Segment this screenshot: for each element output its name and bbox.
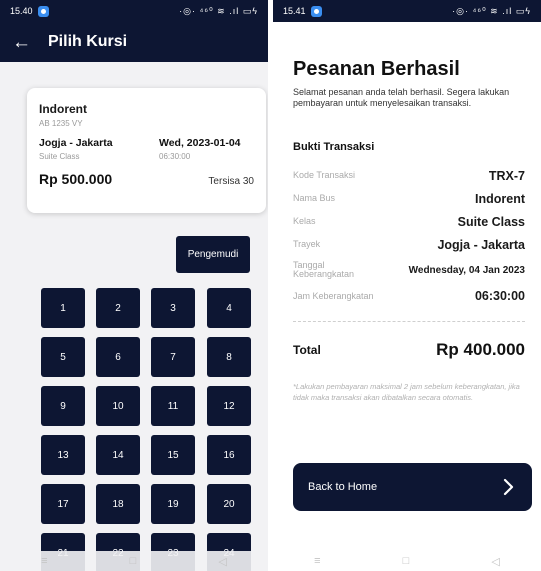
seat-button[interactable]: 1 xyxy=(41,288,85,328)
date-value: Wednesday, 04 Jan 2023 xyxy=(408,264,525,276)
time-value: 06:30:00 xyxy=(474,289,525,304)
seat-button[interactable]: 14 xyxy=(96,435,140,475)
seat-button[interactable]: 18 xyxy=(96,484,140,524)
page-title: Pilih Kursi xyxy=(48,33,128,50)
status-bar: 15.40 ·◎· ⁴⁶⁰ ≋ .ıl ▭ϟ xyxy=(0,0,268,22)
bus-plate: AB 1235 VY xyxy=(39,119,83,128)
seat-button[interactable]: 4 xyxy=(207,288,251,328)
notification-icon xyxy=(310,5,322,17)
section-title: Bukti Transaksi xyxy=(293,140,375,153)
payment-note: *Lakukan pembayaran maksimal 2 jam sebel… xyxy=(293,382,520,402)
dashed-divider xyxy=(293,321,525,323)
total-value: Rp 400.000 xyxy=(436,340,525,360)
seat-button[interactable]: 6 xyxy=(96,337,140,377)
total-label: Total xyxy=(293,343,321,358)
seat-button[interactable]: 15 xyxy=(151,435,195,475)
home-icon[interactable]: □ xyxy=(403,555,410,567)
notification-icon xyxy=(37,5,49,17)
class-value: Suite Class xyxy=(457,214,525,229)
seat-button[interactable]: 5 xyxy=(41,337,85,377)
departure-date: Wed, 2023-01-04 xyxy=(159,137,241,149)
chevron-right-icon xyxy=(503,478,514,496)
detail-label: Trayek xyxy=(293,238,321,249)
home-icon[interactable]: □ xyxy=(130,555,137,567)
detail-label: Tanggal Keberangkatan xyxy=(293,259,355,280)
bus-name-value: Indorent xyxy=(475,191,525,206)
detail-row: Nama Bus Indorent xyxy=(293,192,525,206)
detail-row: Trayek Jogja - Jakarta xyxy=(293,238,525,252)
success-message: Selamat pesanan anda telah berhasil. Seg… xyxy=(293,87,510,108)
menu-icon[interactable]: ≡ xyxy=(41,555,47,567)
seat-button[interactable]: 17 xyxy=(41,484,85,524)
route-value: Jogja - Jakarta xyxy=(437,237,525,252)
seat-button[interactable]: 3 xyxy=(151,288,195,328)
app-bar: ← Pilih Kursi xyxy=(0,22,268,62)
seat-button[interactable]: 16 xyxy=(207,435,251,475)
seat-button[interactable]: 20 xyxy=(207,484,251,524)
menu-icon[interactable]: ≡ xyxy=(314,555,320,567)
seat-button[interactable]: 8 xyxy=(207,337,251,377)
nav-back-icon[interactable]: ◁ xyxy=(218,555,226,568)
seat-button[interactable]: 19 xyxy=(151,484,195,524)
seat-button[interactable]: 2 xyxy=(96,288,140,328)
detail-row: Kode Transaksi TRX-7 xyxy=(293,169,525,183)
back-to-home-label: Back to Home xyxy=(308,481,378,493)
bus-class: Suite Class xyxy=(39,152,80,161)
bus-name: Indorent xyxy=(39,102,87,116)
seat-button[interactable]: 10 xyxy=(96,386,140,426)
seat-selection-screen: 15.40 ·◎· ⁴⁶⁰ ≋ .ıl ▭ϟ ← Pilih Kursi Ind… xyxy=(0,0,268,571)
detail-row: Jam Keberangkatan 06:30:00 xyxy=(293,289,525,303)
status-icons: ·◎· ⁴⁶⁰ ≋ .ıl ▭ϟ xyxy=(452,5,531,16)
detail-label: Kelas xyxy=(293,215,316,226)
system-nav-bar: ≡ □ ◁ xyxy=(273,551,541,571)
system-nav-bar: ≡ □ ◁ xyxy=(0,551,268,571)
ticket-price: Rp 500.000 xyxy=(39,171,113,187)
back-arrow-icon[interactable]: ← xyxy=(12,33,31,52)
route: Jogja - Jakarta xyxy=(39,137,113,149)
back-to-home-button[interactable]: Back to Home xyxy=(293,463,532,511)
ticket-card: Indorent AB 1235 VY Jogja - Jakarta Suit… xyxy=(27,88,266,213)
detail-row: Kelas Suite Class xyxy=(293,215,525,229)
detail-label: Nama Bus xyxy=(293,192,336,203)
status-icons: ·◎· ⁴⁶⁰ ≋ .ıl ▭ϟ xyxy=(179,5,258,16)
total-row: Total Rp 400.000 xyxy=(293,340,525,360)
detail-row: Tanggal Keberangkatan Wednesday, 04 Jan … xyxy=(293,259,525,280)
seat-button[interactable]: 12 xyxy=(207,386,251,426)
status-time: 15.40 xyxy=(10,6,33,16)
transaction-code: TRX-7 xyxy=(488,168,525,183)
nav-back-icon[interactable]: ◁ xyxy=(491,555,499,568)
detail-label: Jam Keberangkatan xyxy=(293,290,374,301)
seat-button[interactable]: 11 xyxy=(151,386,195,426)
seat-button[interactable]: 9 xyxy=(41,386,85,426)
seats-remaining: Tersisa 30 xyxy=(208,176,254,187)
success-title: Pesanan Berhasil xyxy=(293,58,460,80)
detail-label: Kode Transaksi xyxy=(293,169,356,180)
seat-button[interactable]: 13 xyxy=(41,435,85,475)
departure-time: 06:30:00 xyxy=(159,152,191,161)
status-time: 15.41 xyxy=(283,6,306,16)
status-bar: 15.41 ·◎· ⁴⁶⁰ ≋ .ıl ▭ϟ xyxy=(273,0,541,22)
driver-seat: Pengemudi xyxy=(176,236,250,273)
seat-button[interactable]: 7 xyxy=(151,337,195,377)
